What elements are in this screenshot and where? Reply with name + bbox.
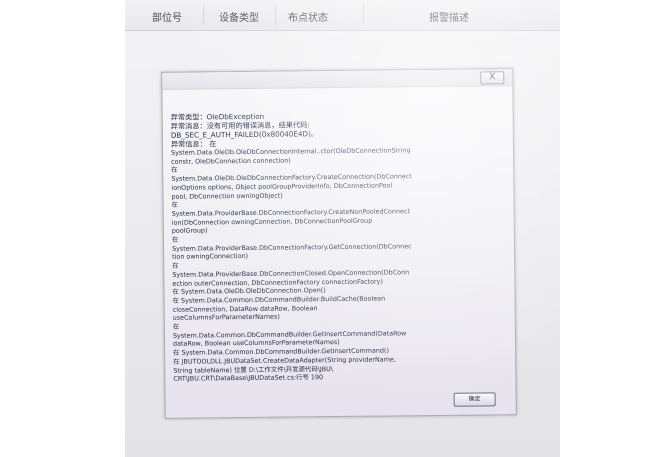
column-header-part-number[interactable]: 部位号 (152, 9, 182, 24)
dialog-titlebar: X (162, 69, 513, 90)
close-button[interactable]: X (480, 71, 505, 85)
column-divider (203, 5, 204, 25)
column-header-alarm-description[interactable]: 报警描述 (429, 9, 469, 24)
monitor-screen: 部位号 设备类型 布点状态 报警描述 X 异常类型：OleDbException… (125, 0, 560, 457)
exception-message: 异常类型：OleDbException 异常消息：没有可用的错误消息，结果代码:… (171, 109, 494, 383)
exception-dialog: X 异常类型：OleDbException 异常消息：没有可用的错误消息，结果代… (161, 68, 517, 419)
table-header: 部位号 设备类型 布点状态 报警描述 (125, 0, 560, 31)
column-header-device-type[interactable]: 设备类型 (219, 9, 259, 24)
column-header-deployment-status[interactable]: 布点状态 (288, 9, 328, 24)
column-divider (275, 5, 276, 25)
column-divider (363, 5, 364, 25)
ok-button[interactable]: 确定 (453, 392, 496, 407)
